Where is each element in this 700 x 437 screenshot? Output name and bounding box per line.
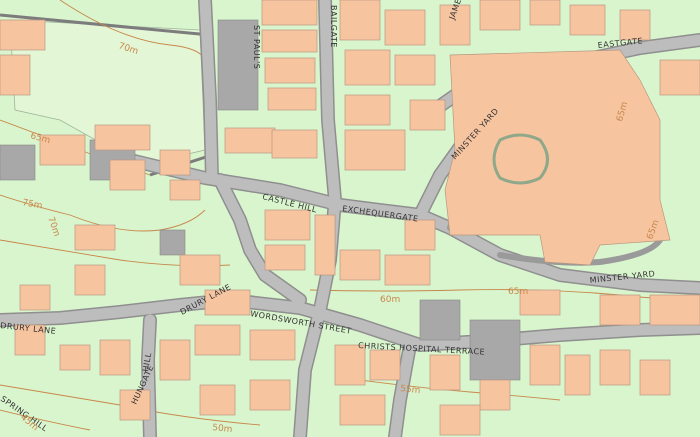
contour-label-60m: 60m [380, 295, 400, 305]
map-view[interactable]: CASTLE HILL EXCHEQUERGATE EASTGATE JAMES… [0, 0, 700, 437]
contour-label-65m-mid: 65m [508, 287, 528, 297]
street-label-bailgate: BAILGATE [329, 5, 338, 48]
contour-label-55m: 55m [400, 384, 421, 396]
map-canvas: CASTLE HILL EXCHEQUERGATE EASTGATE JAMES… [0, 0, 700, 437]
contour-label-50m: 50m [212, 423, 233, 435]
street-label-st-pauls: ST PAUL'S [252, 25, 261, 69]
